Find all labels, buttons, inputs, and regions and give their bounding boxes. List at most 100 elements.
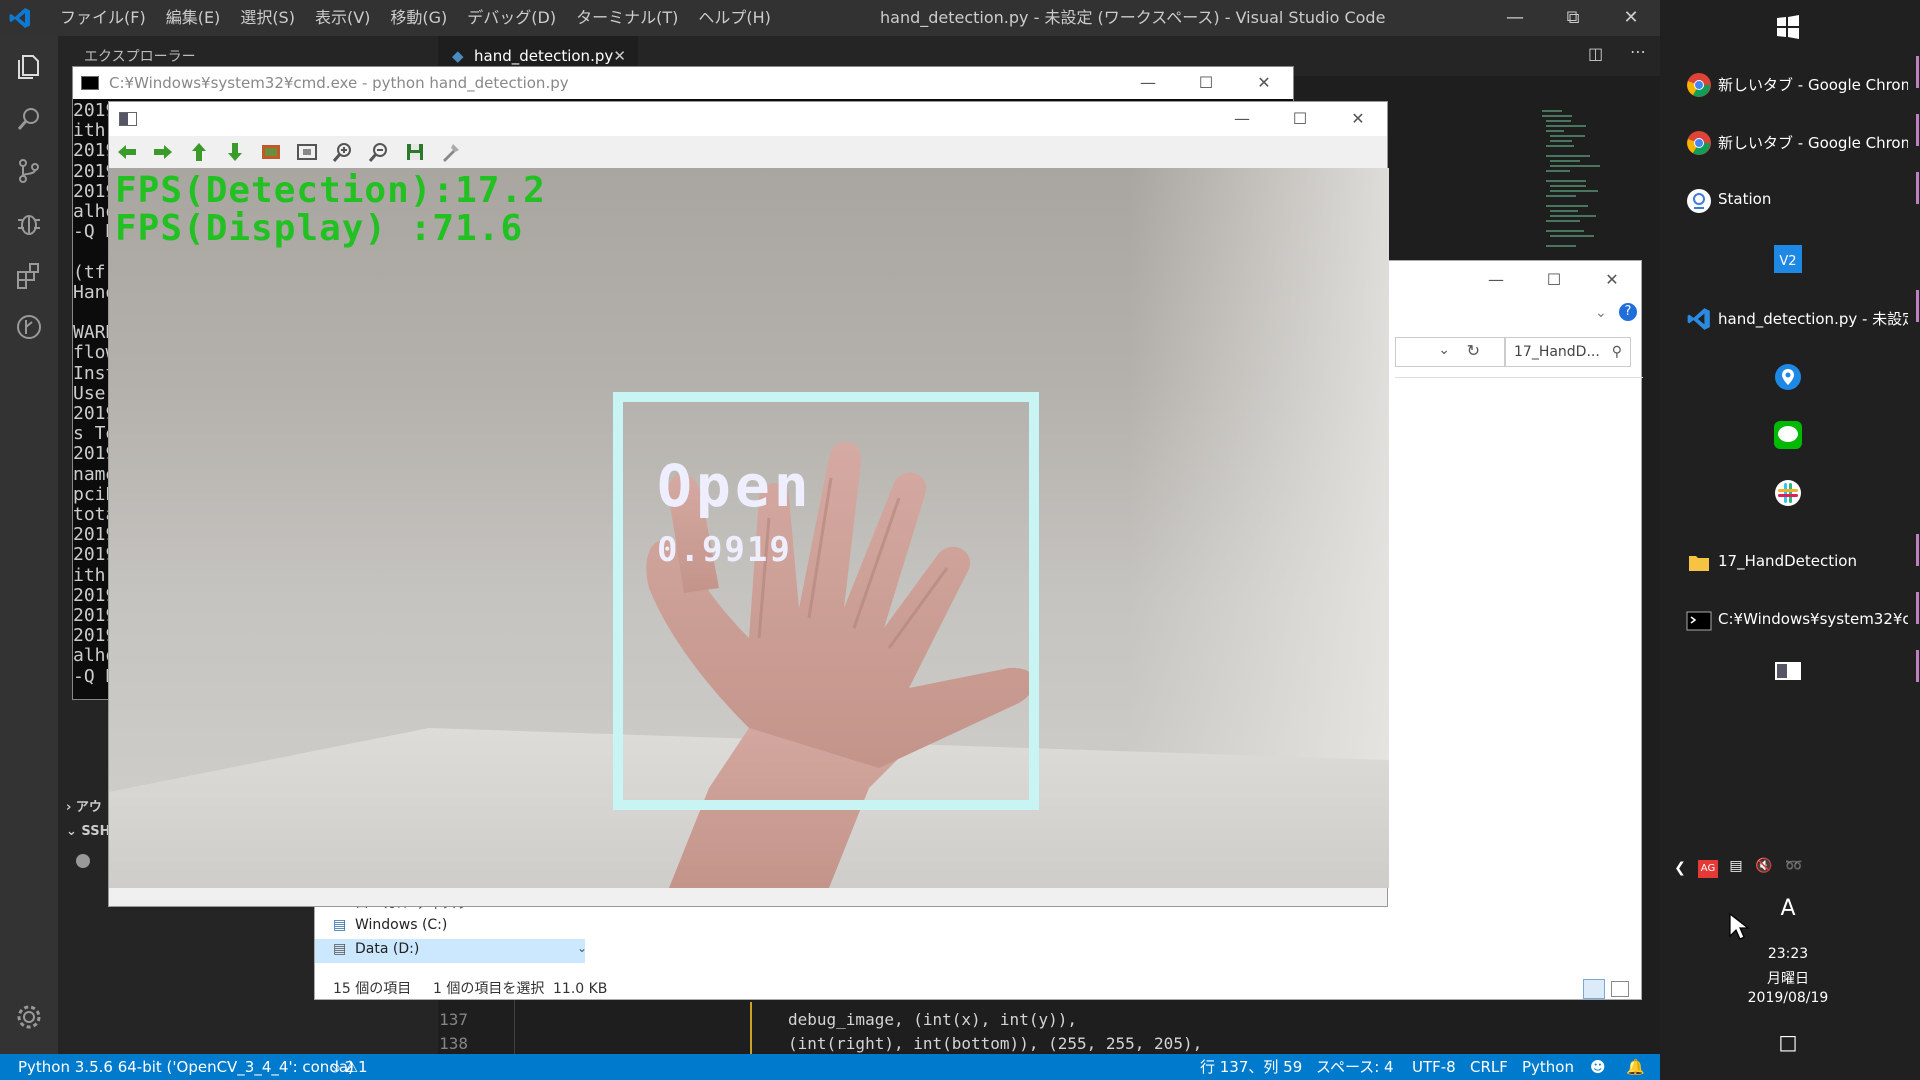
feedback-smiley-icon[interactable]: ☻ [1590, 1054, 1606, 1080]
restore-icon[interactable]: ⧉ [1544, 0, 1602, 36]
ribbon-expand-icon[interactable]: ⌄ [1595, 305, 1607, 321]
explorer-maximize-icon[interactable]: ☐ [1525, 261, 1583, 299]
files-icon[interactable] [14, 52, 44, 82]
network-icon[interactable]: ➿ [1782, 858, 1806, 874]
language-status[interactable]: Python [1522, 1054, 1574, 1080]
extensions-icon[interactable] [14, 260, 44, 290]
opencv-minimize-icon[interactable]: — [1213, 102, 1271, 136]
nav-item-windows-c[interactable]: ▤ Windows (C:) [333, 917, 447, 933]
fps-display-text: FPS(Display) :71.6 [115, 208, 524, 249]
drive-icon: ▤ [333, 917, 347, 933]
cmd-output-line: Use [73, 382, 106, 404]
debug-icon[interactable] [14, 208, 44, 238]
active-indicator [1916, 592, 1919, 624]
properties-icon[interactable] [439, 140, 463, 164]
pan-right-icon[interactable] [151, 140, 175, 164]
problems-status[interactable]: ⦸ 2 ⚠ 1 [330, 1054, 368, 1080]
zoom-fit-icon[interactable] [259, 140, 283, 164]
ssh-section[interactable]: ⌄ SSH [66, 824, 110, 839]
indent-status[interactable]: スペース: 4 [1316, 1054, 1394, 1080]
search-box[interactable]: 17_HandD... ⚲ [1505, 337, 1631, 367]
cmd-title: C:¥Windows¥system32¥cmd.exe - python han… [109, 74, 569, 92]
code-line[interactable]: (int(right), int(bottom)), (255, 255, 20… [788, 1034, 1202, 1053]
cmd-maximize-icon[interactable]: ☐ [1177, 67, 1235, 99]
menu-view[interactable]: 表示(V) [305, 0, 380, 36]
eol-status[interactable]: CRLF [1470, 1054, 1508, 1080]
opencv-window: — ☐ ✕ FPS(Detection):17.2 FPS(Display):… [108, 101, 1389, 907]
active-indicator [1916, 534, 1919, 566]
encoding-status[interactable]: UTF-8 [1412, 1054, 1456, 1080]
action-center-icon[interactable]: □ [1770, 1030, 1806, 1054]
split-editor-icon[interactable]: ◫ [1588, 44, 1603, 63]
large-icons-view-icon[interactable] [1611, 981, 1629, 997]
tray-expand-icon[interactable]: ❮ [1670, 860, 1690, 876]
details-view-icon[interactable] [1583, 979, 1605, 999]
address-bar[interactable]: ⌄ ↻ [1395, 337, 1505, 367]
cmd-output-line: 2019 [73, 160, 113, 182]
cmd-output-line: Inst [73, 362, 113, 384]
zoom-in-icon[interactable] [331, 140, 355, 164]
explorer-close-icon[interactable]: ✕ [1583, 261, 1641, 299]
volume-muted-icon[interactable]: 🔇 [1752, 858, 1776, 874]
camera-frame[interactable]: FPS(Detection):17.2 FPS(Display) :71.6 O… [109, 168, 1389, 888]
taskbar-item-chrome-2[interactable]: 新しいタブ - Google Chrome [1670, 120, 1920, 164]
taskbar-item-chrome-1[interactable]: 新しいタブ - Google Chrome [1670, 62, 1920, 106]
ag-tray-icon[interactable]: AG [1698, 860, 1718, 878]
settings-gear-icon[interactable] [14, 1002, 44, 1032]
maps-pin-icon[interactable] [1773, 362, 1803, 392]
search-icon: ⚲ [1611, 344, 1622, 360]
cmd-close-icon[interactable]: ✕ [1235, 67, 1293, 99]
save-icon[interactable] [403, 140, 427, 164]
battery-icon[interactable]: ▤ [1724, 858, 1748, 874]
interpreter-status[interactable]: Python 3.5.6 64-bit ('OpenCV_3_4_4': con… [18, 1054, 354, 1080]
menu-help[interactable]: ヘルプ(H) [688, 0, 781, 36]
clock-time[interactable]: 23:23 [1728, 946, 1848, 962]
minimap[interactable] [1540, 106, 1640, 256]
pan-up-icon[interactable] [187, 140, 211, 164]
menu-debug[interactable]: デバッグ(D) [457, 0, 566, 36]
remote-icon[interactable] [14, 312, 44, 342]
taskbar-item-folder[interactable]: 17_HandDetection [1670, 540, 1920, 584]
outline-section[interactable]: › アウ [66, 796, 102, 815]
clock-date[interactable]: 2019/08/19 [1728, 990, 1848, 1006]
cmd-minimize-icon[interactable]: — [1119, 67, 1177, 99]
zoom-original-icon[interactable] [295, 140, 319, 164]
cmd-output[interactable]: 2019 ith 2019 2019 2019 alho -Q D (tf Hand WARN… [73, 101, 113, 687]
menu-edit[interactable]: 編集(E) [156, 0, 231, 36]
more-actions-icon[interactable]: ⋯ [1630, 42, 1646, 61]
explorer-minimize-icon[interactable]: — [1467, 261, 1525, 299]
folder-icon [1689, 556, 1709, 571]
pan-down-icon[interactable] [223, 140, 247, 164]
notification-bell-icon[interactable]: 🔔 [1626, 1054, 1645, 1080]
code-line[interactable]: debug_image, (int(x), int(y)), [788, 1010, 1077, 1029]
windows-start-icon[interactable] [1773, 12, 1803, 42]
opencv-close-icon[interactable]: ✕ [1329, 102, 1387, 136]
refresh-icon[interactable]: ↻ [1467, 341, 1480, 360]
taskbar-item-cmd[interactable]: C:¥Windows¥system32¥cmd... [1670, 598, 1920, 642]
taskbar-item-vscode[interactable]: hand_detection.py - 未設定 (... [1670, 296, 1920, 340]
opencv-maximize-icon[interactable]: ☐ [1271, 102, 1329, 136]
address-dropdown-icon[interactable]: ⌄ [1438, 342, 1450, 358]
menu-file[interactable]: ファイル(F) [50, 0, 156, 36]
search-icon[interactable] [14, 104, 44, 134]
clock-weekday[interactable]: 月曜日 [1728, 968, 1848, 988]
vs-icon[interactable]: V2 [1773, 244, 1803, 274]
nav-item-data-d[interactable]: ▤ Data (D:) [333, 941, 419, 957]
source-control-icon[interactable] [14, 156, 44, 186]
cursor-position[interactable]: 行 137、列 59 [1200, 1054, 1302, 1080]
help-icon[interactable]: ? [1619, 303, 1637, 321]
opencv-window-taskbar-icon[interactable] [1773, 656, 1803, 686]
menu-selection[interactable]: 選択(S) [230, 0, 305, 36]
slack-icon[interactable] [1773, 478, 1803, 508]
line-icon[interactable] [1773, 420, 1803, 450]
ime-indicator[interactable]: A [1763, 896, 1813, 921]
zoom-out-icon[interactable] [367, 140, 391, 164]
close-icon[interactable]: ✕ [1602, 0, 1660, 36]
menu-go[interactable]: 移動(G) [380, 0, 457, 36]
warning-count: 1 [358, 1058, 368, 1076]
pan-left-icon[interactable] [115, 140, 139, 164]
scroll-down-icon[interactable]: ⌄ [577, 941, 587, 955]
minimize-icon[interactable]: — [1486, 0, 1544, 36]
taskbar-item-station[interactable]: Station [1670, 178, 1920, 222]
menu-terminal[interactable]: ターミナル(T) [566, 0, 688, 36]
